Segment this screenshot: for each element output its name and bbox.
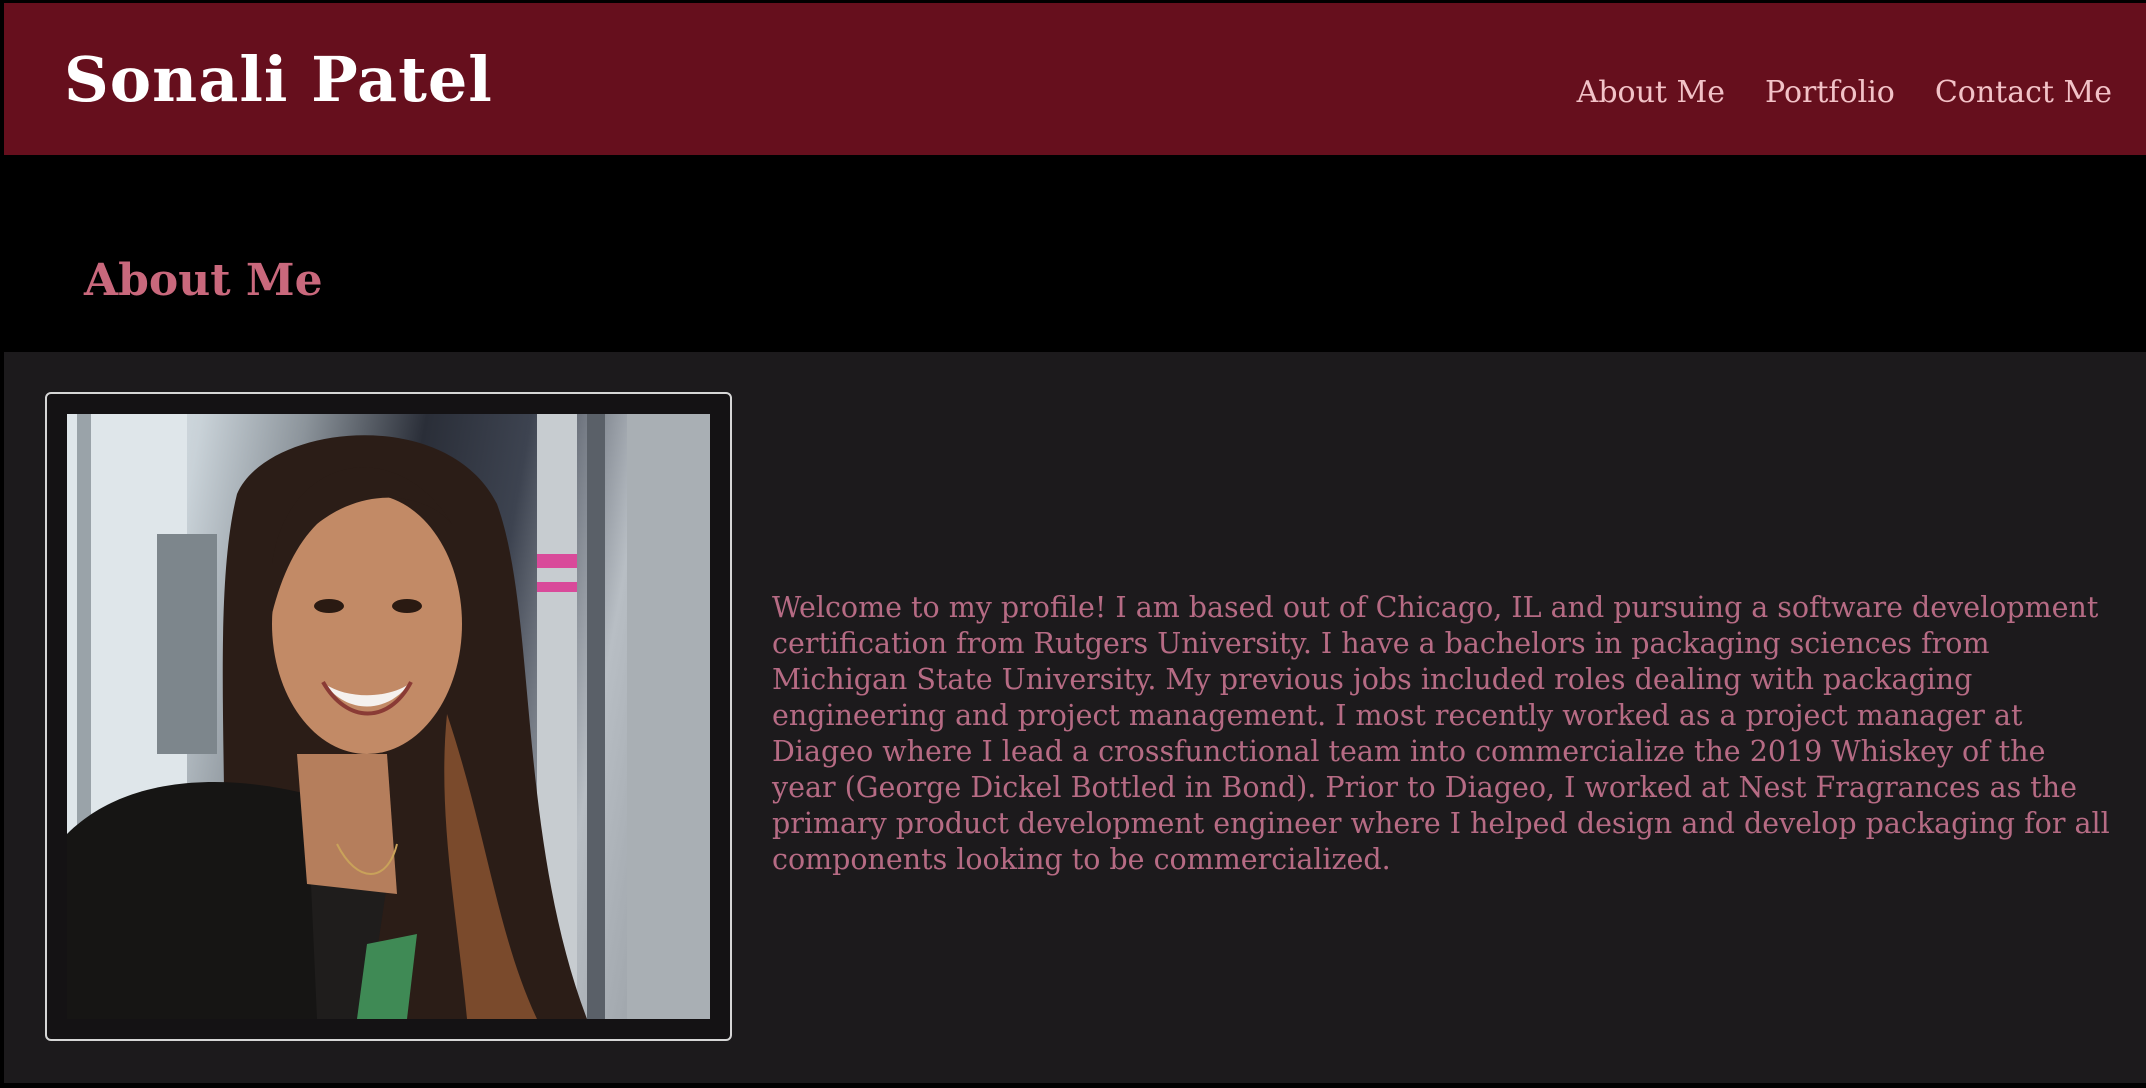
nav-link-about-me[interactable]: About Me [1577,75,1725,110]
profile-photo-frame [45,392,732,1041]
profile-photo-illustration [67,414,710,1019]
nav-link-portfolio[interactable]: Portfolio [1765,75,1895,110]
nav-link-contact-me[interactable]: Contact Me [1935,75,2112,110]
main-nav: About Me Portfolio Contact Me [1577,75,2112,110]
about-panel: Welcome to my profile! I am based out of… [4,352,2146,1083]
profile-photo [67,414,710,1019]
page: Sonali Patel About Me Portfolio Contact … [0,0,2146,1088]
bio-text: Welcome to my profile! I am based out of… [772,591,2110,876]
site-title: Sonali Patel [64,43,493,116]
site-header: Sonali Patel About Me Portfolio Contact … [4,3,2146,155]
about-me-heading: About Me [84,255,323,306]
